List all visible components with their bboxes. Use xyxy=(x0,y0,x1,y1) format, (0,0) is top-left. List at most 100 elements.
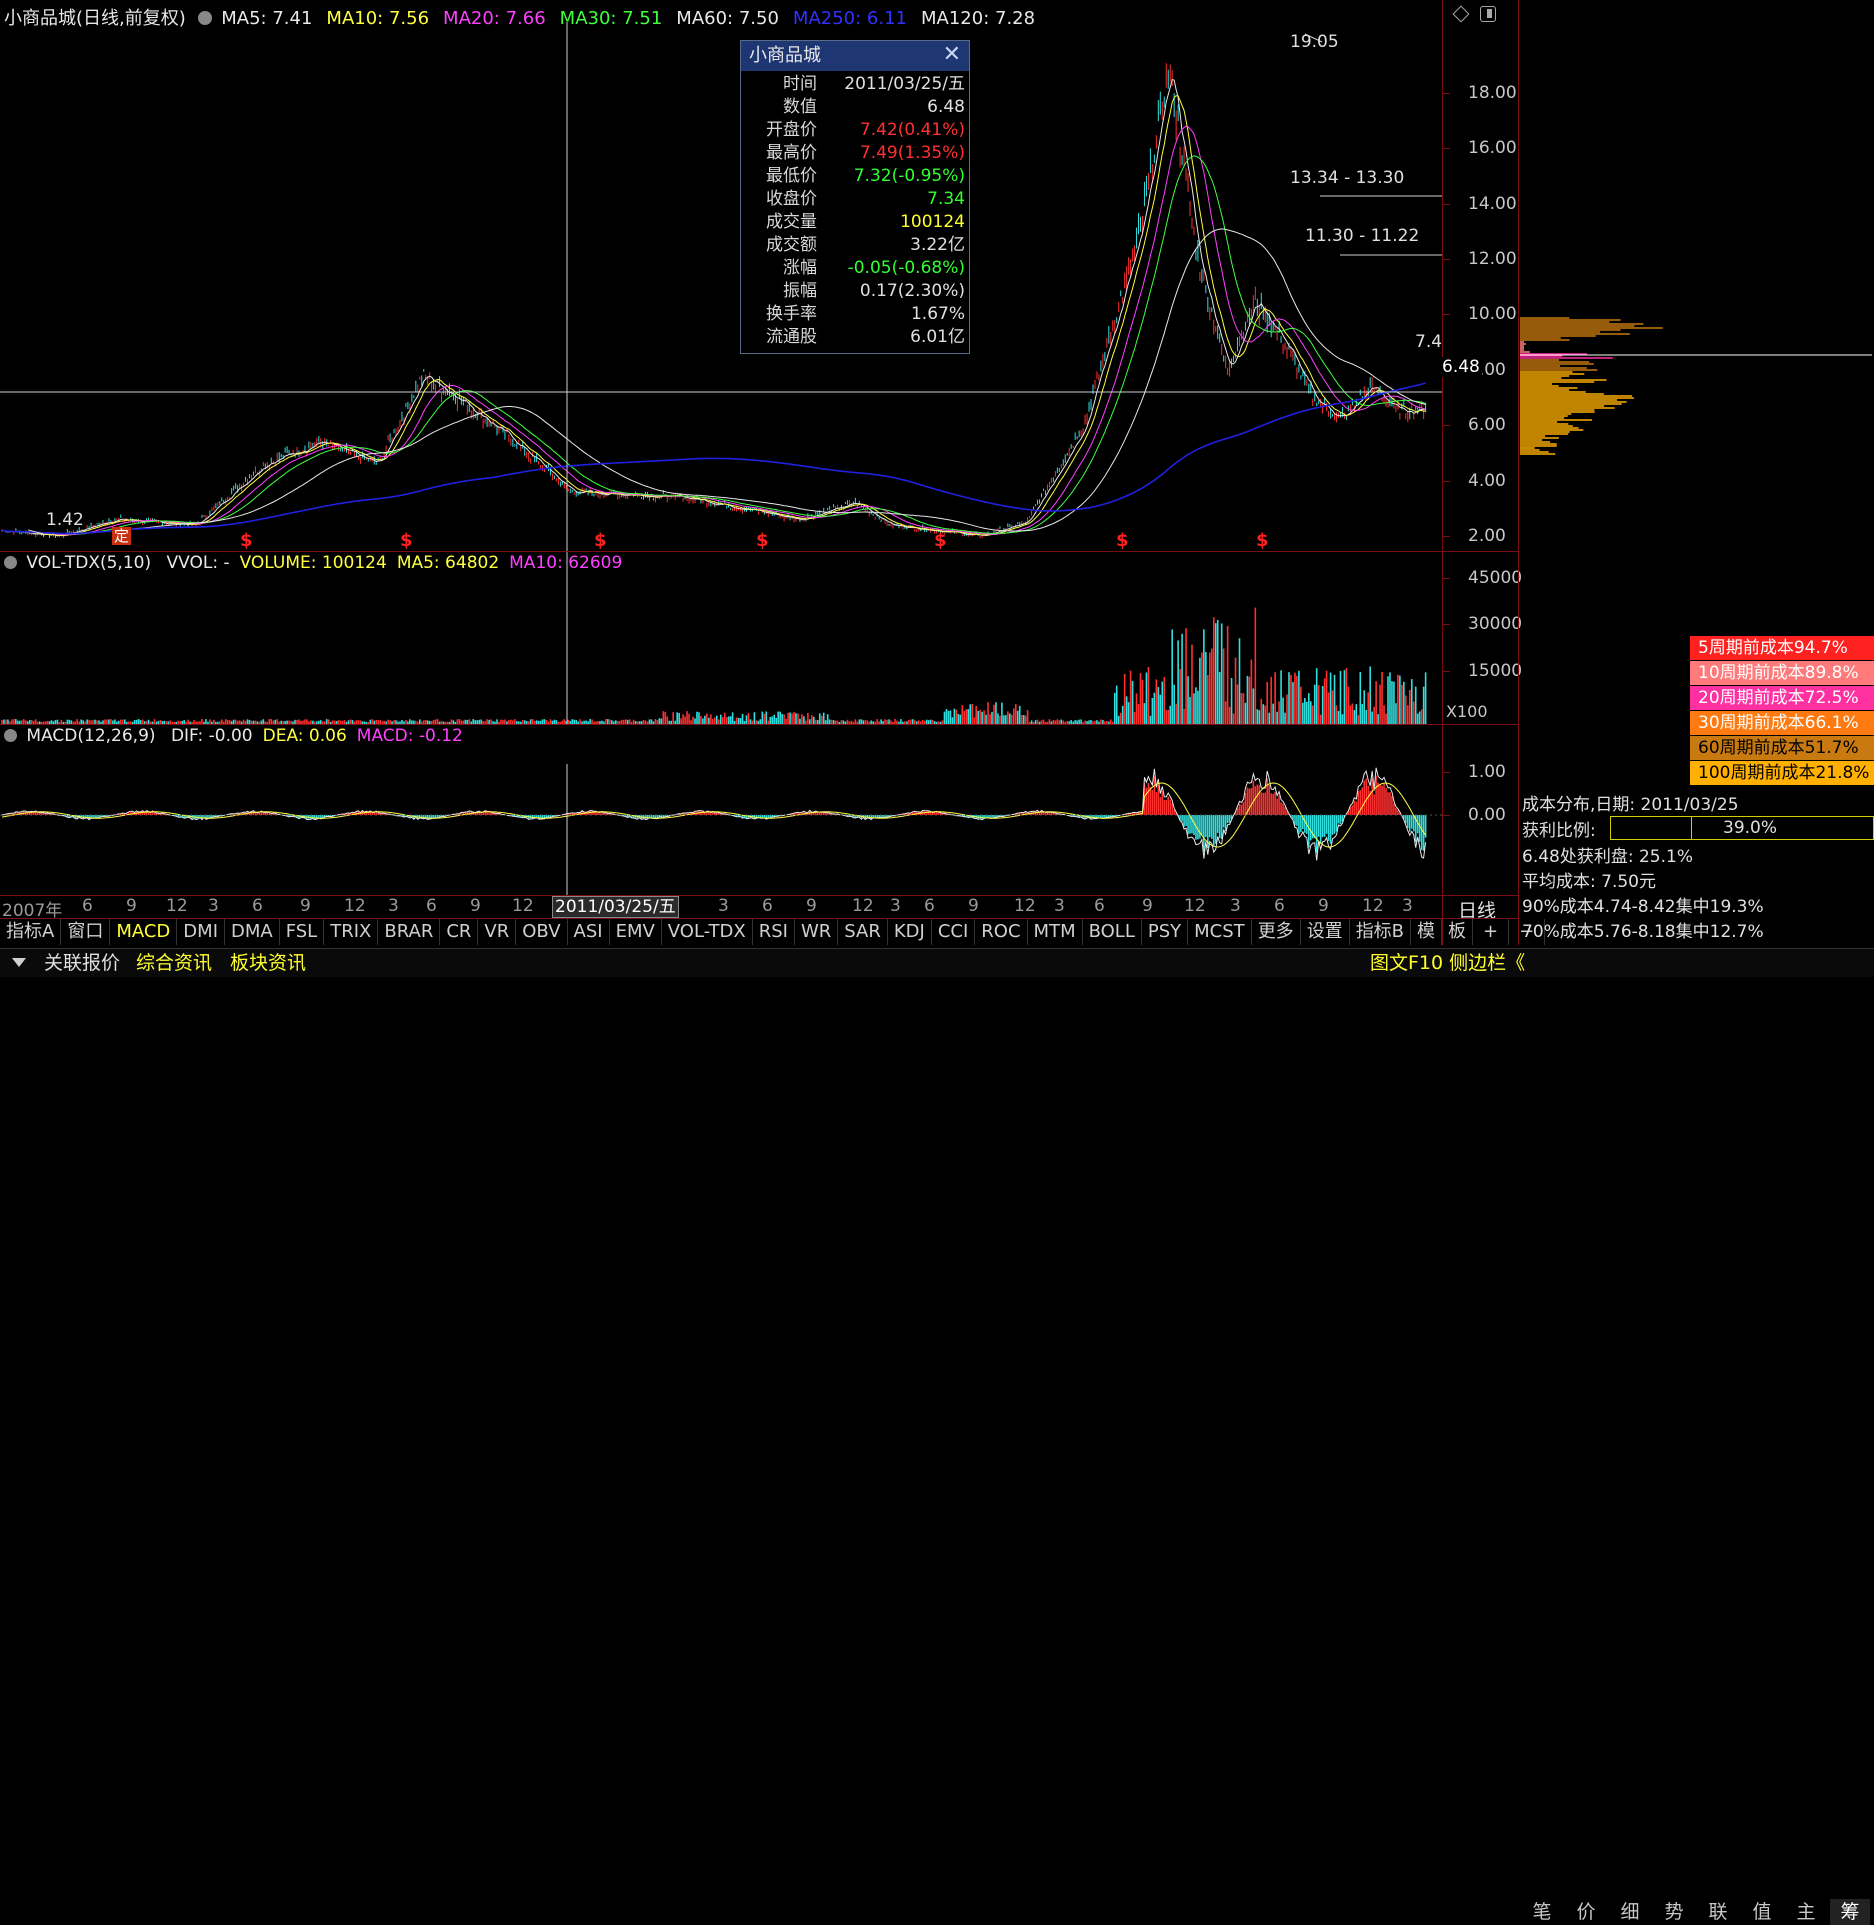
time-axis-label: 9 xyxy=(1318,896,1329,916)
indicator-tab[interactable]: WR xyxy=(795,919,839,945)
tooltip-value: 7.49(1.35%) xyxy=(859,143,965,163)
indicator-tab[interactable]: RSI xyxy=(753,919,795,945)
time-axis-label: 6 xyxy=(252,896,263,916)
indicator-tab[interactable]: VOL-TDX xyxy=(662,919,753,945)
side-tab[interactable]: 联 xyxy=(1698,1899,1738,1925)
indicator-tab[interactable]: MTM xyxy=(1028,919,1083,945)
indicator-tab[interactable]: CCI xyxy=(932,919,976,945)
ding-signal[interactable]: 定 xyxy=(112,527,132,545)
time-axis-label: 6 xyxy=(1094,896,1105,916)
side-tab[interactable]: 细 xyxy=(1610,1899,1650,1925)
time-axis-label: 6 xyxy=(924,896,935,916)
indicator-tab[interactable]: SAR xyxy=(838,919,888,945)
indicator-tab[interactable]: KDJ xyxy=(888,919,932,945)
indicator-tab[interactable]: 窗口 xyxy=(61,919,111,945)
chart-header: 小商品城(日线,前复权) MA5: 7.41 MA10: 7.56 MA20: 7.… xyxy=(4,4,1049,30)
side-tab[interactable]: 值 xyxy=(1742,1899,1782,1925)
macd-axis-label: 1.00 xyxy=(1468,762,1506,782)
level-label-2: 11.30 - 11.22 xyxy=(1305,226,1420,246)
indicator-tab[interactable]: MCST xyxy=(1188,919,1252,945)
cost-legend-item: 20周期前成本72.5% xyxy=(1690,686,1874,710)
tooltip-key: 数值 xyxy=(783,97,817,117)
time-axis-label: 3 xyxy=(1054,896,1065,916)
expand-arrow-icon[interactable] xyxy=(12,958,26,967)
indicator-tab[interactable]: OBV xyxy=(516,919,568,945)
cursor-date-label: 2011/03/25/五 xyxy=(552,896,679,918)
time-axis-label: 3 xyxy=(890,896,901,916)
indicator-tab[interactable]: VR xyxy=(478,919,517,945)
cost-info-line3: 6.48处获利盘: 25.1% xyxy=(1522,847,1693,867)
cost-info-line4: 平均成本: 7.50元 xyxy=(1522,872,1656,892)
tooltip-row: 最低价 7.32(-0.95%) xyxy=(741,165,969,187)
ma-settings-icon[interactable] xyxy=(197,11,212,25)
diamond-icon[interactable] xyxy=(1452,5,1470,23)
dollar-signal[interactable]: $ xyxy=(240,530,253,551)
dollar-signal[interactable]: $ xyxy=(1116,530,1129,551)
indicator-tab[interactable]: 设置 xyxy=(1301,919,1350,945)
indicator-tab[interactable]: 更多 xyxy=(1252,919,1301,945)
tooltip-value: 6.01亿 xyxy=(910,327,965,347)
price-chart[interactable] xyxy=(0,0,1442,574)
time-axis-label: 6 xyxy=(762,896,773,916)
dollar-signal[interactable]: $ xyxy=(400,530,413,551)
tooltip-row: 时间 2011/03/25/五 xyxy=(741,73,969,95)
indicator-tab[interactable]: BRAR xyxy=(378,919,441,945)
bottom-link[interactable]: 关联报价 xyxy=(44,949,120,977)
macd-axis-label: 0.00 xyxy=(1468,805,1506,825)
cost-legend-item: 5周期前成本94.7% xyxy=(1690,636,1874,660)
indicator-tab[interactable]: 指标A xyxy=(0,919,62,945)
indicator-tab[interactable]: DMI xyxy=(177,919,225,945)
volume-chart[interactable] xyxy=(0,574,1442,724)
indicator-tab[interactable]: EMV xyxy=(610,919,662,945)
ma-values: MA5: 7.41 MA10: 7.56 MA20: 7.66 MA30: 7.51 M… xyxy=(221,8,1049,29)
indicator-tab[interactable]: DMA xyxy=(225,919,280,945)
time-axis-label: 9 xyxy=(1142,896,1153,916)
dollar-signal[interactable]: $ xyxy=(1256,530,1269,551)
cost-info-line5: 90%成本4.74-8.42集中19.3% xyxy=(1522,897,1764,917)
bottom-link[interactable]: 板块资讯 xyxy=(230,949,306,977)
tooltip-row: 换手率 1.67% xyxy=(741,303,969,325)
indicator-right-button[interactable]: 模 xyxy=(1411,919,1443,945)
volume-indicator-name[interactable]: VOL-TDX(5,10) xyxy=(26,553,151,573)
time-axis-label: 6 xyxy=(82,896,93,916)
close-icon[interactable]: ✕ xyxy=(943,41,961,69)
side-tab[interactable]: 笔 xyxy=(1522,1899,1562,1925)
f10-sidebar-link[interactable]: 图文F10 侧边栏《 xyxy=(1370,949,1525,977)
side-tab[interactable]: 主 xyxy=(1786,1899,1826,1925)
volume-value: MA10: 62609 xyxy=(509,553,623,573)
indicator-tab[interactable]: TRIX xyxy=(324,919,379,945)
indicator-tab[interactable]: BOLL xyxy=(1083,919,1142,945)
dollar-signal[interactable]: $ xyxy=(594,530,607,551)
right-price-label: 7.4 xyxy=(1415,332,1443,352)
indicator-tab[interactable]: ROC xyxy=(975,919,1028,945)
side-tab[interactable]: 价 xyxy=(1566,1899,1606,1925)
volume-axis-label: 45000 xyxy=(1468,568,1523,588)
indicator-right-button[interactable]: + xyxy=(1473,919,1510,945)
indicator-right-button[interactable]: 板 xyxy=(1442,919,1474,945)
dollar-signal[interactable]: $ xyxy=(756,530,769,551)
price-chart-panel[interactable] xyxy=(0,0,1442,574)
price-axis-label: 2.00 xyxy=(1468,526,1506,546)
dollar-signal[interactable]: $ xyxy=(934,530,947,551)
ma-value: MA60: 7.50 xyxy=(676,8,779,29)
vol-settings-icon[interactable] xyxy=(4,556,17,569)
stock-title[interactable]: 小商品城(日线,前复权) xyxy=(4,8,186,29)
cost-legend-item: 30周期前成本66.1% xyxy=(1690,711,1874,735)
indicator-tab[interactable]: ASI xyxy=(568,919,610,945)
window-toggle-icon[interactable] xyxy=(1480,6,1496,22)
macd-chart[interactable] xyxy=(0,724,1442,896)
side-tab[interactable]: 势 xyxy=(1654,1899,1694,1925)
indicator-tab[interactable]: CR xyxy=(440,919,479,945)
level-label-1: 13.34 - 13.30 xyxy=(1290,168,1405,188)
tooltip-title-bar[interactable]: 小商品城 ✕ xyxy=(741,41,969,71)
indicator-right-button[interactable]: 指标B xyxy=(1350,919,1412,945)
indicator-tab[interactable]: MACD xyxy=(110,919,178,945)
indicator-tab[interactable]: PSY xyxy=(1142,919,1189,945)
tooltip-row: 流通股 6.01亿 xyxy=(741,326,969,348)
bottom-link[interactable]: 综合资讯 xyxy=(136,949,212,977)
cost-distribution-chart[interactable] xyxy=(1518,0,1874,630)
tooltip-title: 小商品城 xyxy=(749,45,821,66)
indicator-tab[interactable]: FSL xyxy=(280,919,325,945)
side-tab[interactable]: 筹 xyxy=(1830,1899,1870,1925)
data-tooltip[interactable]: 小商品城 ✕ 时间 2011/03/25/五 数值 6.48 开盘价 7.42(0.41%… xyxy=(740,40,970,354)
